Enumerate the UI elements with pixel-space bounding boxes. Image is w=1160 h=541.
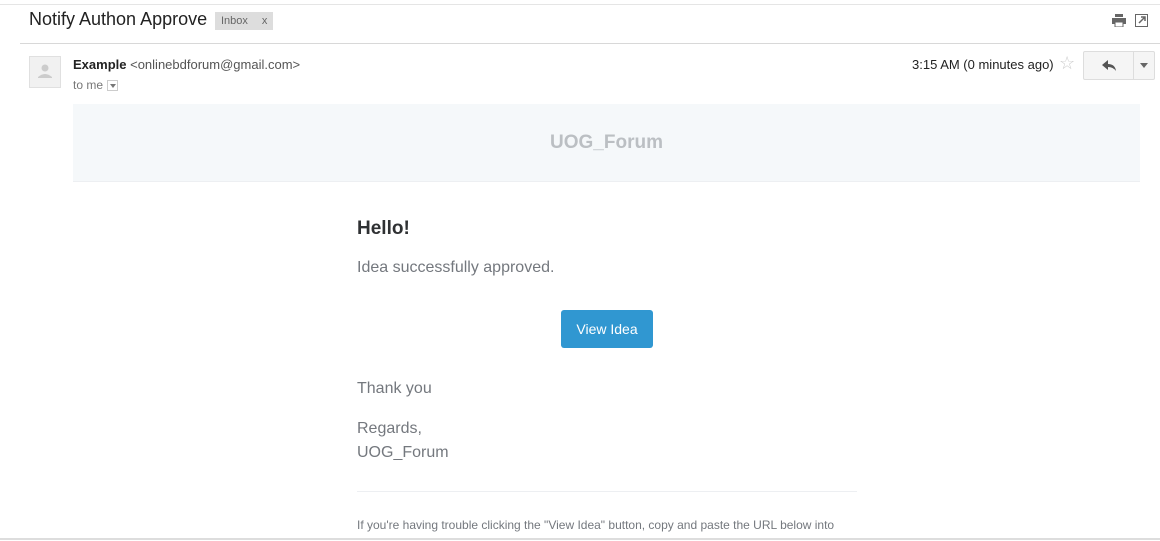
person-icon xyxy=(38,64,52,78)
greeting: Hello! xyxy=(357,218,410,239)
chevron-down-icon xyxy=(1140,63,1148,68)
brand-banner: UOG_Forum xyxy=(73,104,1140,182)
reply-icon xyxy=(1101,60,1116,71)
message: Idea successfully approved. xyxy=(357,259,555,276)
sender-name: Example xyxy=(73,57,127,72)
details-dropdown-icon[interactable] xyxy=(107,80,119,92)
timestamp: 3:15 AM (0 minutes ago) xyxy=(912,57,1054,72)
email-body: Hello! Idea successfully approved. View … xyxy=(357,218,857,532)
divider xyxy=(357,491,857,492)
email-subject: Notify Authon Approve xyxy=(29,9,208,29)
brand-link[interactable]: UOG_Forum xyxy=(550,132,663,154)
more-button[interactable] xyxy=(1134,52,1154,79)
reply-button[interactable] xyxy=(1084,52,1134,79)
regards: Regards, xyxy=(357,420,422,437)
remove-label-button[interactable]: x xyxy=(262,15,268,27)
view-idea-button[interactable]: View Idea xyxy=(561,310,653,348)
divider xyxy=(0,538,1160,540)
divider xyxy=(20,43,1160,44)
footer-text: If you're having trouble clicking the "V… xyxy=(357,518,835,532)
inbox-label: Inbox x xyxy=(215,12,274,30)
divider xyxy=(0,4,1160,5)
recipient: to me xyxy=(73,78,119,92)
avatar xyxy=(29,56,61,88)
sender-email: <onlinebdforum@gmail.com> xyxy=(130,57,301,72)
signature: UOG_Forum xyxy=(357,444,449,461)
thanks: Thank you xyxy=(357,380,432,397)
label-text: Inbox xyxy=(221,15,248,27)
star-icon[interactable]: ☆ xyxy=(1059,53,1075,74)
reply-button-group xyxy=(1083,51,1155,80)
sender[interactable]: Example <onlinebdforum@gmail.com> xyxy=(73,57,300,72)
print-icon[interactable] xyxy=(1112,14,1126,27)
recipient-text: to me xyxy=(73,78,104,92)
new-window-icon[interactable] xyxy=(1135,14,1148,27)
